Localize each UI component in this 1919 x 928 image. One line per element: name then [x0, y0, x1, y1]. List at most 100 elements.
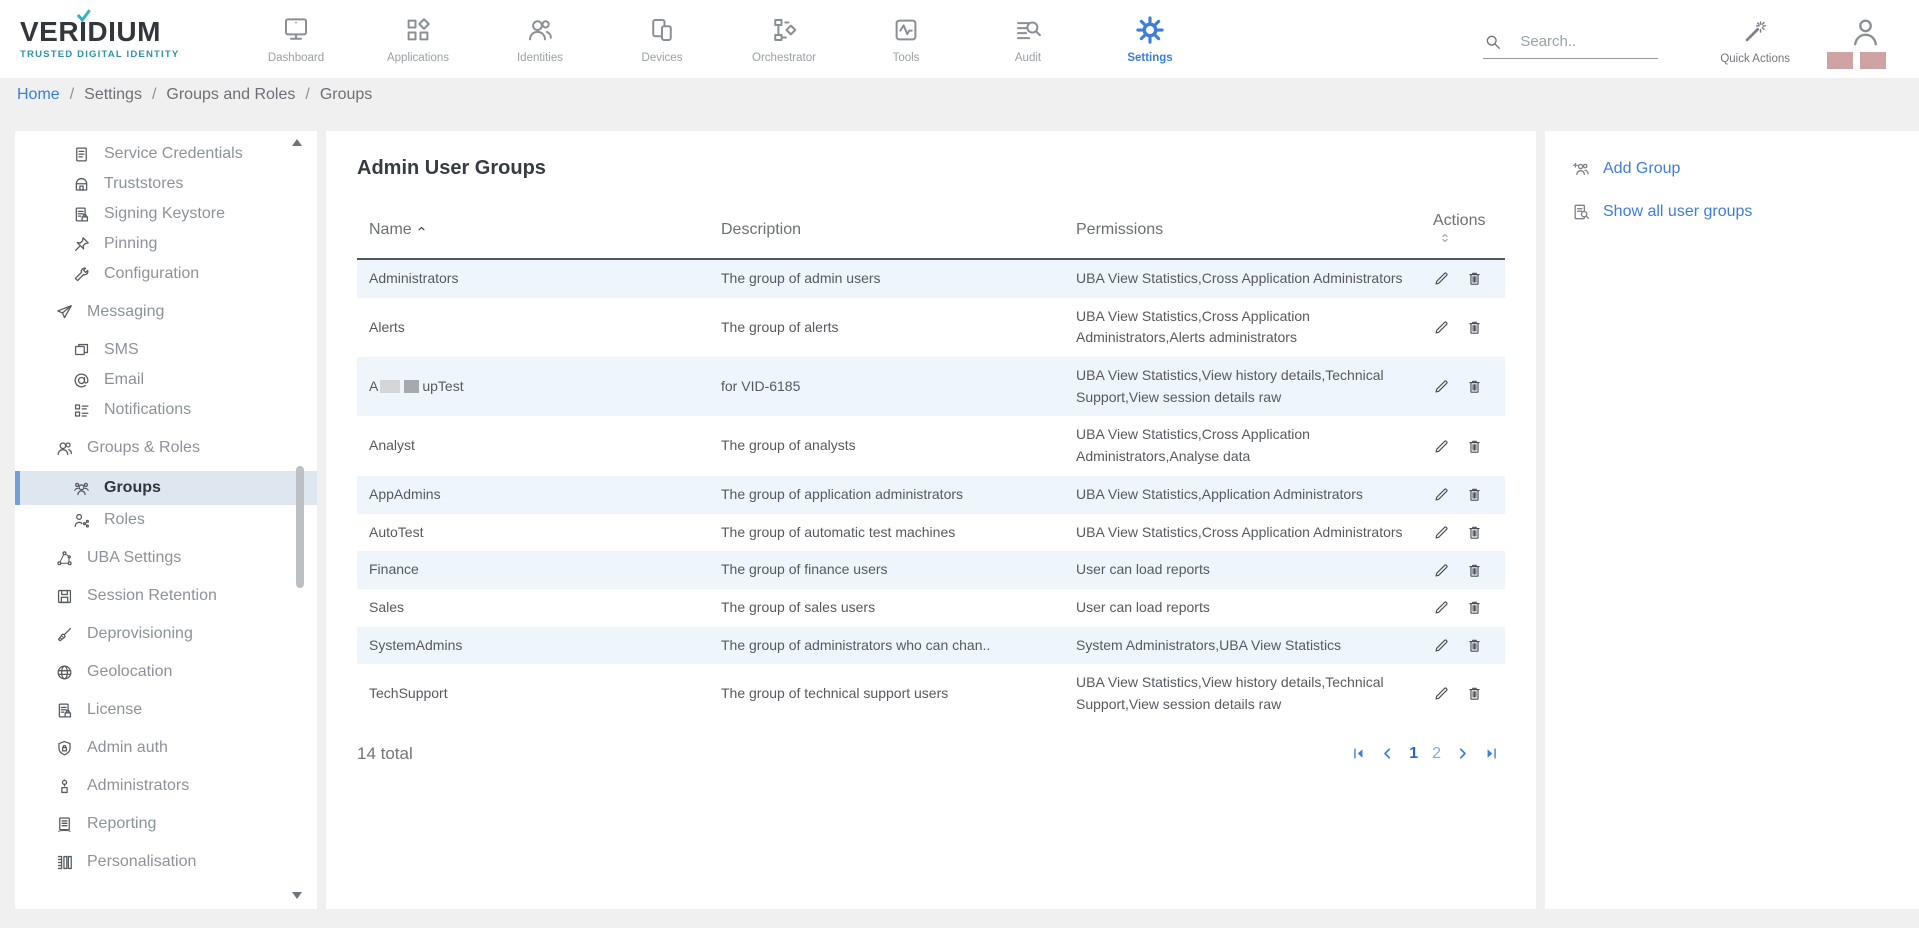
- show-all-user-groups-link[interactable]: Show all user groups: [1571, 202, 1919, 222]
- notif-icon: [72, 401, 91, 420]
- nav-item-dashboard[interactable]: Dashboard: [235, 15, 357, 64]
- sidebar-item-personalisation[interactable]: Personalisation: [15, 847, 317, 877]
- sidebar-item-label: License: [87, 701, 142, 719]
- sidebar-item-groups-roles[interactable]: Groups & Roles: [15, 433, 317, 463]
- edit-pencil-icon[interactable]: [1433, 524, 1450, 541]
- delete-trash-icon[interactable]: [1466, 685, 1483, 702]
- column-header-actions[interactable]: Actions: [1421, 204, 1505, 259]
- settings-gear-icon: [1135, 15, 1165, 45]
- description-cell: The group of technical support users: [709, 664, 1064, 723]
- breadcrumb-item-home[interactable]: Home: [17, 86, 60, 104]
- nav-item-label: Applications: [387, 52, 449, 64]
- sidebar-item-deprovisioning[interactable]: Deprovisioning: [15, 619, 317, 649]
- sidebar-item-signing-keystore[interactable]: Signing Keystore: [15, 199, 317, 229]
- panel-link-label: Show all user groups: [1603, 203, 1752, 221]
- settings-sidebar: Service CredentialsTruststoresSigning Ke…: [15, 131, 317, 909]
- sidebar-item-pinning[interactable]: Pinning: [15, 229, 317, 259]
- sidebar-item-groups[interactable]: Groups: [15, 471, 317, 505]
- nav-item-label: Devices: [642, 52, 683, 64]
- nav-item-label: Dashboard: [268, 52, 324, 64]
- breadcrumb-item-groups-and-roles[interactable]: Groups and Roles: [166, 86, 295, 104]
- sidebar-item-messaging[interactable]: Messaging: [15, 297, 317, 327]
- sidebar-item-label: Roles: [104, 511, 145, 529]
- breadcrumb-item-settings[interactable]: Settings: [84, 86, 142, 104]
- previous-page-button[interactable]: [1380, 746, 1395, 761]
- group-name: AppAdmins: [369, 486, 441, 502]
- sidebar-item-label: Groups & Roles: [87, 439, 200, 457]
- sidebar-item-label: Notifications: [104, 401, 191, 419]
- sidebar-scroll-down[interactable]: [292, 892, 302, 899]
- sidebar-item-label: Groups: [104, 479, 161, 497]
- search-input[interactable]: [1518, 32, 1658, 51]
- sidebar-item-sms[interactable]: SMS: [15, 335, 317, 365]
- delete-trash-icon[interactable]: [1466, 438, 1483, 455]
- delete-trash-icon[interactable]: [1466, 270, 1483, 287]
- sidebar-scroll-up[interactable]: [292, 139, 302, 146]
- roles-icon: [72, 511, 91, 530]
- sidebar-item-admin-auth[interactable]: Admin auth: [15, 733, 317, 763]
- sidebar-item-notifications[interactable]: Notifications: [15, 395, 317, 425]
- user-menu[interactable]: [1836, 16, 1895, 69]
- page-number-2[interactable]: 2: [1432, 745, 1441, 763]
- delete-trash-icon[interactable]: [1466, 599, 1483, 616]
- nav-item-label: Orchestrator: [752, 52, 816, 64]
- sidebar-item-session-retention[interactable]: Session Retention: [15, 581, 317, 611]
- sidebar-item-service-credentials[interactable]: Service Credentials: [15, 139, 317, 169]
- delete-trash-icon[interactable]: [1466, 524, 1483, 541]
- column-header-description: Description: [709, 204, 1064, 259]
- sidebar-item-roles[interactable]: Roles: [15, 505, 317, 535]
- broom-icon: [55, 625, 74, 644]
- sidebar-item-geolocation[interactable]: Geolocation: [15, 657, 317, 687]
- total-count: 14 total: [357, 744, 413, 764]
- person-icon: [55, 777, 74, 796]
- nav-item-identities[interactable]: Identities: [479, 15, 601, 64]
- sidebar-scrollbar-thumb[interactable]: [296, 466, 304, 588]
- edit-pencil-icon[interactable]: [1433, 378, 1450, 395]
- actions-cell: [1421, 664, 1505, 723]
- edit-pencil-icon[interactable]: [1433, 562, 1450, 579]
- last-page-button[interactable]: [1484, 746, 1499, 761]
- audit-icon: [1013, 15, 1043, 45]
- veridium-logo[interactable]: VERIDIUM TRUSTED DIGITAL IDENTITY: [20, 18, 205, 60]
- name-cell: Alerts: [357, 298, 709, 357]
- edit-pencil-icon[interactable]: [1433, 270, 1450, 287]
- nav-item-applications[interactable]: Applications: [357, 15, 479, 64]
- sidebar-item-configuration[interactable]: Configuration: [15, 259, 317, 289]
- edit-pencil-icon[interactable]: [1433, 486, 1450, 503]
- first-page-button[interactable]: [1351, 746, 1366, 761]
- table-row: AdministratorsThe group of admin usersUB…: [357, 259, 1505, 298]
- edit-pencil-icon[interactable]: [1433, 637, 1450, 654]
- name-cell: AutoTest: [357, 514, 709, 552]
- edit-pencil-icon[interactable]: [1433, 599, 1450, 616]
- sidebar-item-administrators[interactable]: Administrators: [15, 771, 317, 801]
- edit-pencil-icon[interactable]: [1433, 685, 1450, 702]
- nav-item-devices[interactable]: Devices: [601, 15, 723, 64]
- description-cell: The group of automatic test machines: [709, 514, 1064, 552]
- people-icon: [55, 439, 74, 458]
- sidebar-item-uba-settings[interactable]: UBA Settings: [15, 543, 317, 573]
- delete-trash-icon[interactable]: [1466, 378, 1483, 395]
- nav-item-label: Settings: [1127, 52, 1172, 64]
- sidebar-item-truststores[interactable]: Truststores: [15, 169, 317, 199]
- sidebar-item-label: UBA Settings: [87, 549, 181, 567]
- delete-trash-icon[interactable]: [1466, 319, 1483, 336]
- sidebar-item-email[interactable]: Email: [15, 365, 317, 395]
- sidebar-item-license[interactable]: License: [15, 695, 317, 725]
- delete-trash-icon[interactable]: [1466, 637, 1483, 654]
- column-header-name[interactable]: Name: [357, 204, 709, 259]
- sidebar-item-reporting[interactable]: Reporting: [15, 809, 317, 839]
- delete-trash-icon[interactable]: [1466, 562, 1483, 579]
- edit-pencil-icon[interactable]: [1433, 438, 1450, 455]
- nav-item-tools[interactable]: Tools: [845, 15, 967, 64]
- next-page-button[interactable]: [1455, 746, 1470, 761]
- edit-pencil-icon[interactable]: [1433, 319, 1450, 336]
- quick-actions-button[interactable]: Quick Actions: [1720, 18, 1790, 65]
- add-group-link[interactable]: Add Group: [1571, 159, 1919, 179]
- delete-trash-icon[interactable]: [1466, 486, 1483, 503]
- page-number-1[interactable]: 1: [1409, 745, 1418, 763]
- nav-item-settings[interactable]: Settings: [1089, 15, 1211, 64]
- group-name: TechSupport: [369, 685, 448, 701]
- nav-item-orchestrator[interactable]: Orchestrator: [723, 15, 845, 64]
- nav-item-audit[interactable]: Audit: [967, 15, 1089, 64]
- permissions-cell: UBA View Statistics,Cross Application Ad…: [1064, 514, 1421, 552]
